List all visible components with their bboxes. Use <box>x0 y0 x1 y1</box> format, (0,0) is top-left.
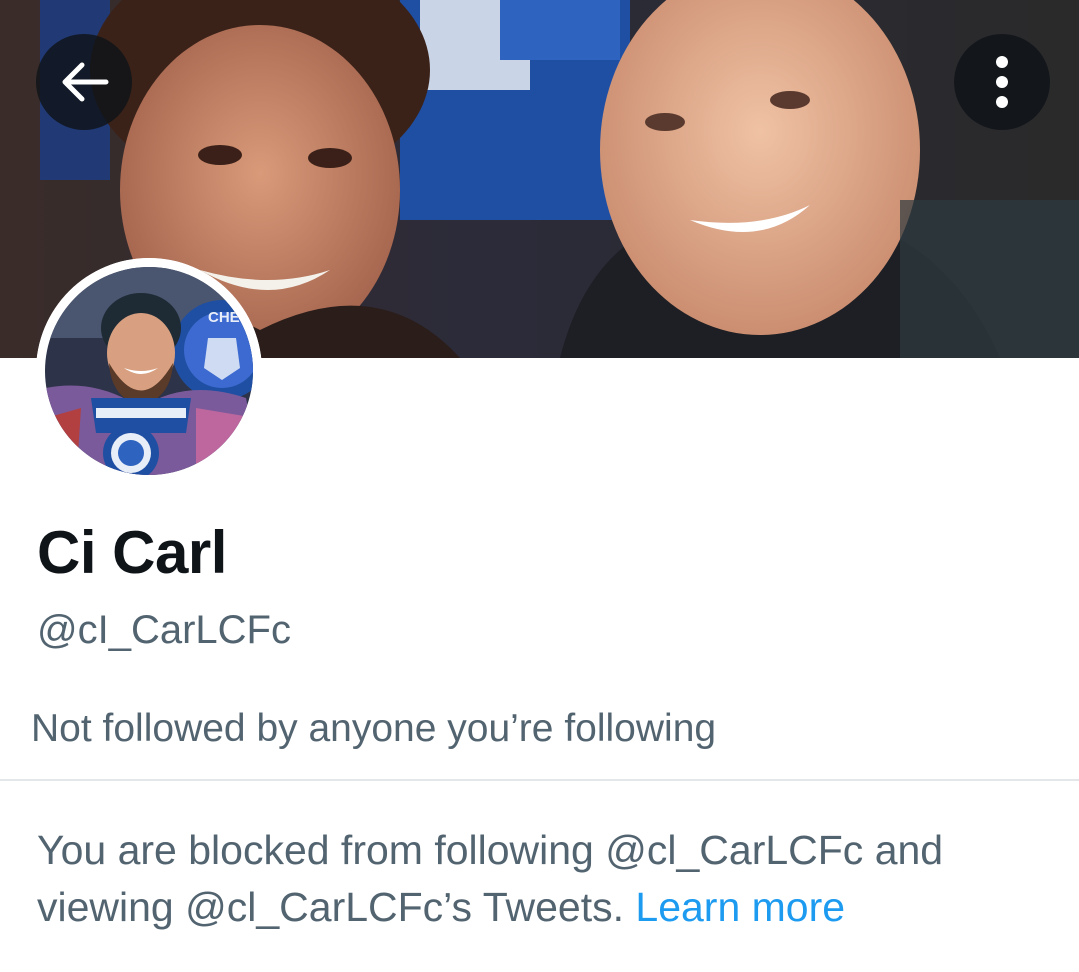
back-button[interactable] <box>36 34 132 130</box>
profile-page: CHE Ci Carl @cI_CarLCFc Not followed by … <box>0 0 1079 972</box>
arrow-left-icon <box>56 54 112 110</box>
profile-avatar[interactable]: CHE <box>36 258 262 484</box>
blocked-notice-text-line1: You are blocked from following @cl_CarLC… <box>37 827 944 873</box>
blocked-notice: You are blocked from following @cl_CarLC… <box>37 822 1047 936</box>
learn-more-link[interactable]: Learn more <box>635 884 845 930</box>
followers-you-know-note: Not followed by anyone you’re following <box>31 707 717 750</box>
more-vertical-icon <box>992 52 1012 112</box>
display-name: Ci Carl <box>37 519 227 586</box>
blocked-notice-text-line2: viewing @cl_CarLCFc’s Tweets. <box>37 884 624 930</box>
section-divider <box>0 779 1079 781</box>
user-handle: @cI_CarLCFc <box>37 608 291 652</box>
more-options-button[interactable] <box>954 34 1050 130</box>
